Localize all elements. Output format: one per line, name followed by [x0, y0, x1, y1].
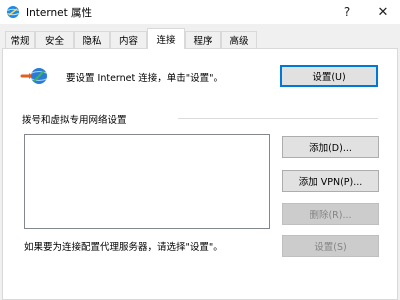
- dialup-vpn-section-label: 拨号和虚拟专用网络设置: [22, 115, 127, 126]
- setup-instruction-text: 要设置 Internet 连接，单击"设置"。: [66, 73, 224, 84]
- dialup-settings-button[interactable]: 设置(S): [282, 235, 379, 257]
- help-button[interactable]: ?: [330, 0, 364, 24]
- remove-button[interactable]: 删除(R)...: [282, 203, 379, 225]
- title-bar: Internet 属性 ? ✕: [0, 0, 400, 24]
- tab-connections[interactable]: 连接: [147, 28, 185, 49]
- internet-properties-window: Internet 属性 ? ✕ 常规 安全 隐私 内容 连接 程序 高级 要设置…: [0, 0, 400, 300]
- tab-strip: 常规 安全 隐私 内容 连接 程序 高级: [0, 28, 400, 49]
- connections-listbox[interactable]: [24, 134, 270, 229]
- tab-privacy[interactable]: 隐私: [74, 31, 110, 48]
- internet-options-globe-icon: [7, 6, 19, 18]
- close-button[interactable]: ✕: [366, 0, 400, 24]
- network-connection-icon: [20, 68, 47, 84]
- tab-programs[interactable]: 程序: [185, 31, 221, 48]
- tab-advanced[interactable]: 高级: [221, 31, 257, 48]
- setup-button[interactable]: 设置(U): [280, 65, 378, 87]
- proxy-instruction-text: 如果要为连接配置代理服务器，请选择"设置"。: [24, 242, 223, 253]
- tab-content[interactable]: 内容: [110, 31, 147, 48]
- tab-security[interactable]: 安全: [35, 31, 74, 48]
- add-vpn-button[interactable]: 添加 VPN(P)...: [282, 170, 379, 192]
- tab-general[interactable]: 常规: [5, 31, 35, 48]
- section-divider: [178, 118, 378, 119]
- add-button[interactable]: 添加(D)...: [282, 136, 379, 158]
- window-title: Internet 属性: [26, 7, 93, 19]
